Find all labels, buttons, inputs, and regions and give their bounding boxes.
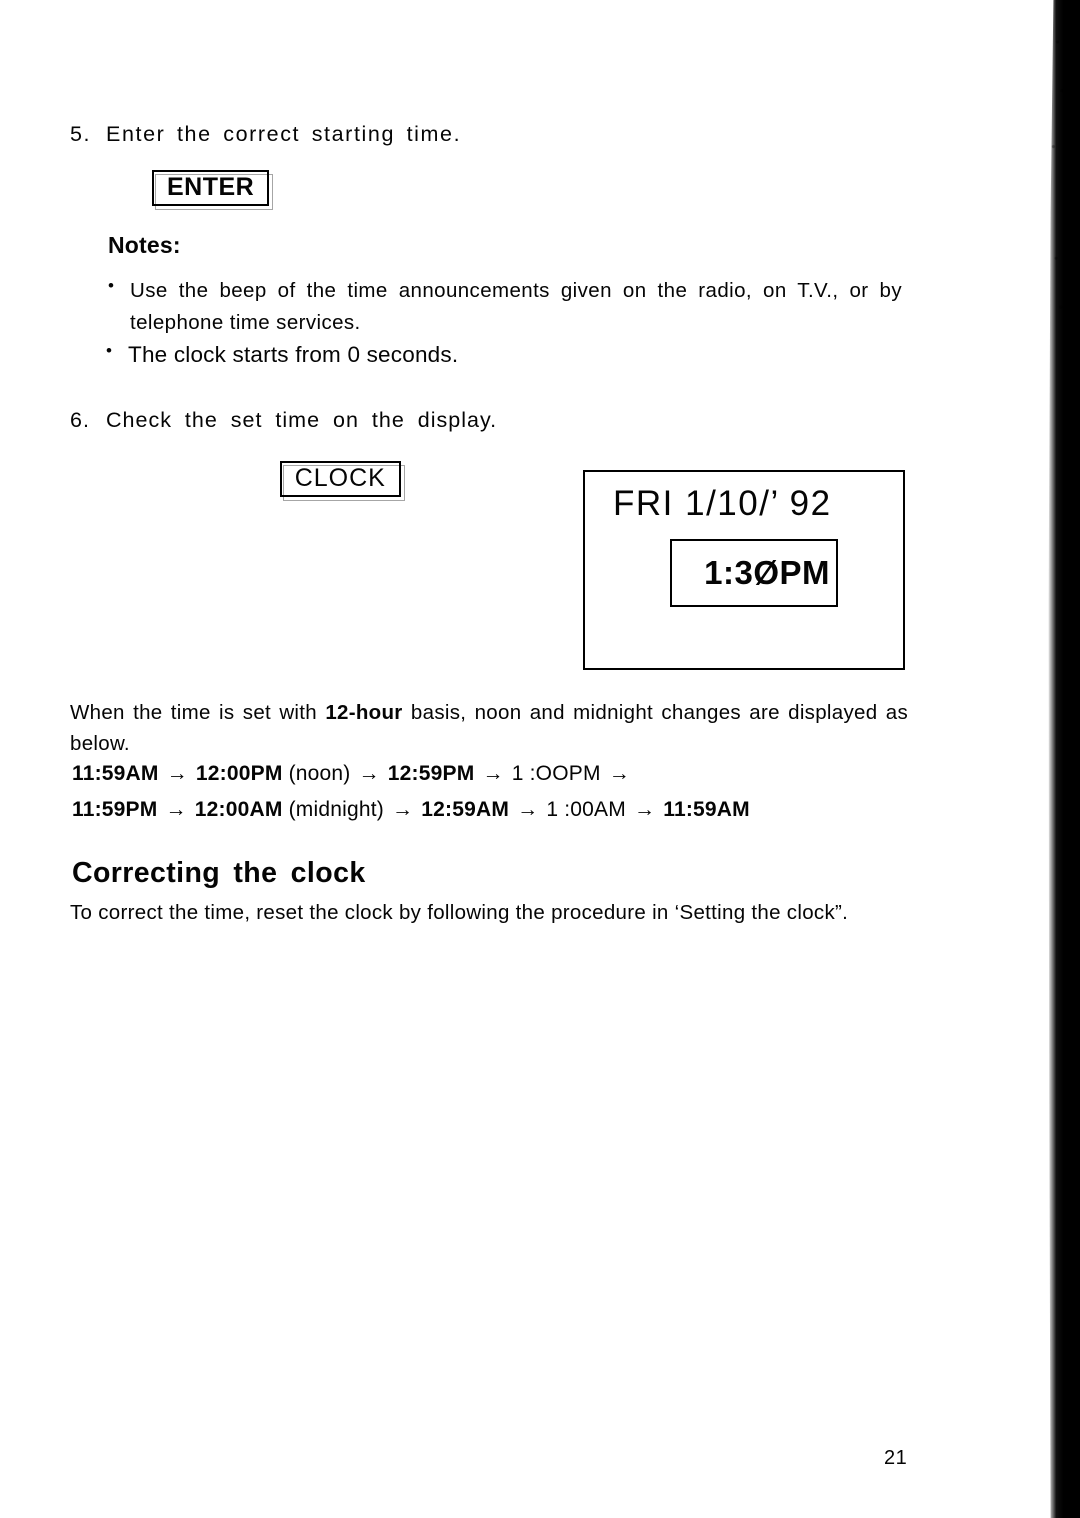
bullet-icon: • [108,276,114,295]
sequence-token: → [608,762,630,785]
sequence-token: 1 :OOPM [511,762,601,785]
sequence-token: 11:59PM [72,798,158,821]
enter-key-wrap: ENTER [152,170,274,210]
sequence-token: → [633,798,656,821]
sequence-token: → [517,798,539,821]
clock-key-button[interactable]: CLOCK [279,461,401,497]
scanned-manual-page: 5. Enter the correct starting time. ENTER… [0,0,1080,1518]
step-6-line: 6. Check the set time on the display. [70,408,497,433]
sequence-token: → [165,798,187,821]
note-item: • The clock starts from 0 seconds. [106,340,458,369]
time-sequence-line-noon: 11:59AM → 12:00PM (noon) → 12:59PM → 1 :… [72,762,632,786]
page-number: 21 [884,1447,908,1469]
notes-heading: Notes: [108,232,181,258]
note-text: The clock starts from 0 seconds. [128,342,459,367]
sequence-token: → [392,798,414,821]
time-sequence-line-midnight: 11:59PM → 12:00AM (midnight) → 12:59AM →… [72,798,750,822]
step-5-line: 5. Enter the correct starting time. [70,122,461,147]
sequence-token: (noon) [288,762,351,785]
sequence-token: (midnight) [288,798,384,821]
bullet-icon: • [106,341,112,360]
note-item: • Use the beep of the time announcements… [108,275,908,339]
sequence-token: 1 :00AM [546,798,626,821]
enter-key-button[interactable]: ENTER [152,170,270,206]
step-5-text: Enter the correct starting time. [106,122,462,146]
sequence-token: 12:00AM [194,798,283,821]
twelve-hour-intro-before: When the time is set with [70,701,326,724]
scan-shadow-speckle [1010,0,1080,699]
note-text: Use the beep of the time announcements g… [130,279,902,334]
step-6-text: Check the set time on the display. [106,408,498,432]
scan-shadow-edge [1010,0,1080,1518]
clock-key-wrap: CLOCK [279,461,405,501]
step-5-number: 5. [70,122,92,146]
sequence-token: 11:59AM [72,762,159,785]
correcting-the-clock-body: To correct the time, reset the clock by … [70,901,849,924]
twelve-hour-paragraph: When the time is set with 12-hour basis,… [70,698,908,760]
sequence-token: → [358,762,380,785]
sequence-token: 12:59PM [387,762,475,785]
sequence-token: → [166,762,188,785]
lcd-display-panel: FRI 1/10/’ 92 1:3ØPM [583,470,905,670]
step-6-number: 6. [70,408,90,432]
lcd-time-text: 1:3ØPM [704,554,830,591]
sequence-token: 11:59AM [663,798,750,821]
lcd-time-box: 1:3ØPM [670,539,838,607]
sequence-token: → [482,762,504,785]
lcd-date-text: FRI 1/10/’ 92 [613,484,832,523]
sequence-token: 12:59AM [421,798,510,821]
correcting-the-clock-heading: Correcting the clock [72,857,366,889]
scan-shadow-band [1048,0,1080,1518]
sequence-token: 12:00PM [195,762,283,785]
twelve-hour-bold-term: 12-hour [325,701,403,724]
